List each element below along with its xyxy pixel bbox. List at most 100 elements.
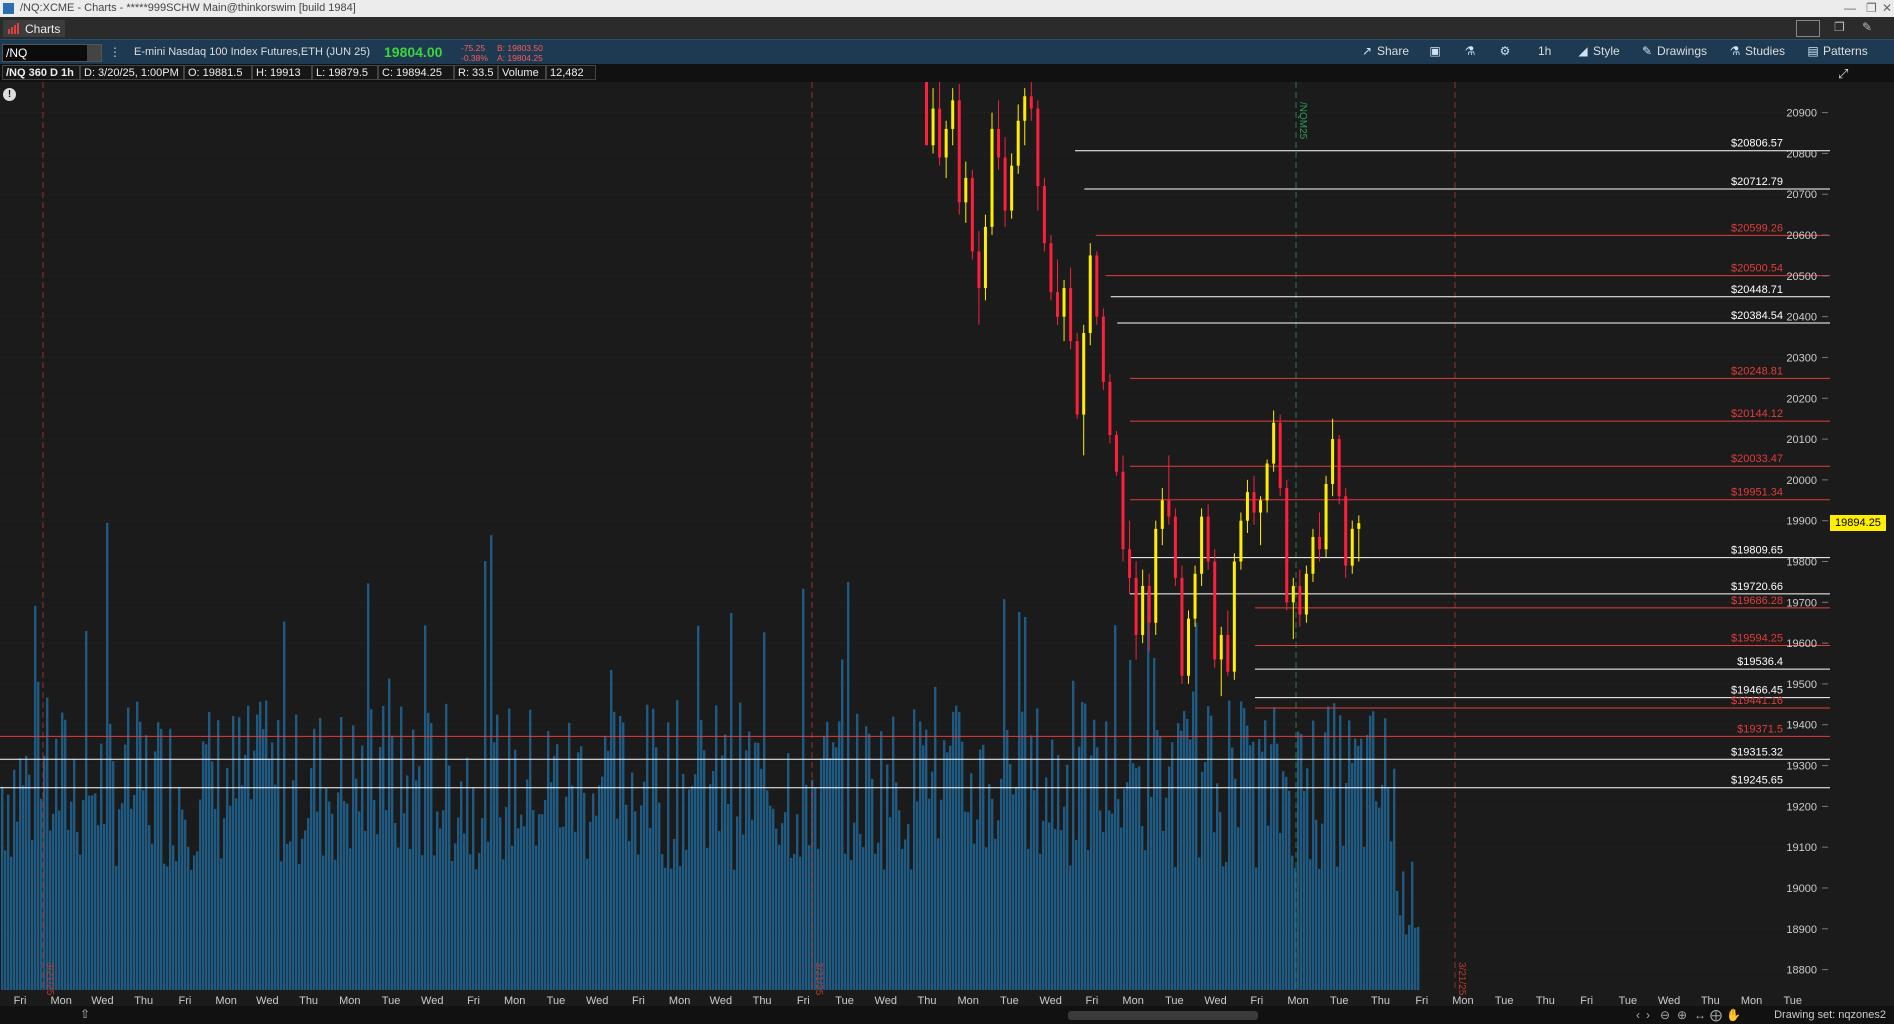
volume-bar <box>283 621 286 990</box>
candle-body <box>1331 439 1335 484</box>
chart-label[interactable]: /NQ 360 D 1h <box>2 65 80 80</box>
pin-icon[interactable]: ✎ <box>1862 20 1872 35</box>
flask-button[interactable]: ⚗ <box>1463 44 1480 61</box>
volume-bar <box>31 840 34 990</box>
expand-icon[interactable]: ⇧ <box>80 1007 90 1021</box>
volume-bar <box>130 808 133 990</box>
date-marker-label: 3/21/25 <box>813 962 824 996</box>
volume-bar <box>529 709 532 990</box>
volume-bar <box>745 750 748 990</box>
volume-bar <box>352 725 355 990</box>
candle-body <box>1239 520 1243 562</box>
layout-icon[interactable] <box>1796 20 1820 37</box>
symbol-input[interactable]: /NQ <box>6 46 27 60</box>
patterns-button[interactable]: ▤ Patterns <box>1806 44 1867 61</box>
horizontal-scrollbar[interactable] <box>1068 1011 1258 1020</box>
volume-bar <box>451 861 454 990</box>
date-marker-label: 3/21/25 <box>44 962 55 996</box>
volume-bar <box>748 731 751 990</box>
candle-body <box>1213 561 1217 660</box>
time-tick-label: Thu <box>918 995 937 1006</box>
ask-price: A: 19804.25 <box>497 53 543 63</box>
zoom-out-icon[interactable]: ⊖ <box>1660 1008 1670 1022</box>
volume-bar <box>1399 915 1402 990</box>
volume-bar <box>613 711 616 990</box>
time-tick-label: Fri <box>632 995 645 1006</box>
volume-bar <box>1243 708 1246 990</box>
crosshair-icon[interactable]: ⨁ <box>1710 1008 1722 1022</box>
volume-bar <box>241 785 244 990</box>
price-level-label: $19536.4 <box>1737 656 1783 668</box>
tab-charts[interactable]: Charts <box>3 20 65 37</box>
volume-bar <box>520 814 523 990</box>
volume-bar <box>271 742 274 990</box>
scroll-left-icon[interactable]: ‹ <box>1636 1008 1640 1022</box>
close-icon[interactable]: ✕ <box>1882 1 1892 15</box>
price-level-label: $19594.25 <box>1731 632 1783 644</box>
settings-button[interactable]: ⚙ <box>1498 44 1515 61</box>
volume-bar <box>559 827 562 990</box>
volume-bar <box>658 802 661 990</box>
volume-bar <box>1381 784 1384 990</box>
candle-body <box>1278 422 1282 489</box>
timeframe-button[interactable]: 1h <box>1538 44 1551 61</box>
time-tick-label: Mon <box>1287 995 1308 1006</box>
style-button[interactable]: ◢ Style <box>1576 44 1619 61</box>
volume-bar <box>415 780 418 990</box>
symbol-selector[interactable]: /NQ <box>2 44 102 62</box>
pan-icon[interactable]: ✋ <box>1726 1008 1741 1022</box>
scroll-right-icon[interactable]: › <box>1646 1008 1650 1022</box>
volume-bar <box>391 735 394 990</box>
restore-window-icon[interactable]: ❐ <box>1834 20 1845 35</box>
fit-width-icon[interactable]: ↔ <box>1694 1008 1706 1022</box>
volume-bar <box>676 700 679 990</box>
drawings-button[interactable]: ✎ Drawings <box>1640 44 1707 61</box>
zoom-in-icon[interactable]: ⊕ <box>1677 1008 1687 1022</box>
volume-bar <box>565 796 568 990</box>
volume-bar <box>1378 807 1381 990</box>
volume-bar <box>208 711 211 990</box>
candle-body <box>938 108 942 158</box>
volume-bar <box>97 825 100 990</box>
share-button[interactable]: ↗ Share <box>1360 44 1409 61</box>
time-tick-label: Mon <box>1452 995 1473 1006</box>
volume-bar <box>901 848 904 990</box>
volume-bar <box>679 866 682 990</box>
volume-bar <box>508 708 511 990</box>
volume-bar <box>1282 771 1285 990</box>
volume-bar <box>316 811 319 990</box>
volume-bar <box>1024 617 1027 990</box>
volume-bar <box>295 714 298 990</box>
link-icon[interactable]: ⋮ <box>109 45 121 59</box>
volume-bar <box>100 743 103 990</box>
volume-bar <box>532 810 535 990</box>
volume-bar <box>757 742 760 990</box>
volume-bar <box>1057 755 1060 990</box>
volume-bar <box>841 659 844 990</box>
volume-label[interactable]: Volume <box>498 65 546 80</box>
price-chart[interactable]: 3/21/25 3/21/25/NQM253/21/25 $20806.57$20… <box>0 82 1894 1006</box>
candle-body <box>1206 516 1210 562</box>
volume-bar <box>214 808 217 990</box>
volume-bar <box>340 716 343 990</box>
minimize-icon[interactable]: — <box>1844 1 1856 15</box>
volume-bar <box>643 781 646 990</box>
candle-body <box>1324 483 1328 550</box>
volume-bar <box>877 842 880 990</box>
volume-bar <box>1222 866 1225 990</box>
studies-button[interactable]: ⚗ Studies <box>1728 44 1785 61</box>
volume-bar <box>1015 786 1018 990</box>
style-icon: ◢ <box>1578 44 1588 58</box>
volume-bar <box>715 705 718 990</box>
chevron-down-icon[interactable] <box>87 45 101 61</box>
volume-bar <box>751 819 754 990</box>
volume-bar <box>427 712 430 990</box>
volume-bar <box>430 723 433 990</box>
collapse-icon[interactable]: ⤢ <box>1838 66 1848 82</box>
candle-body <box>983 226 987 289</box>
maximize-icon[interactable]: ❐ <box>1866 1 1877 15</box>
time-tick-label: Mon <box>504 995 525 1006</box>
volume-bar <box>835 747 838 990</box>
volume-bar <box>871 778 874 990</box>
snapshot-button[interactable]: ▣ <box>1428 44 1445 61</box>
